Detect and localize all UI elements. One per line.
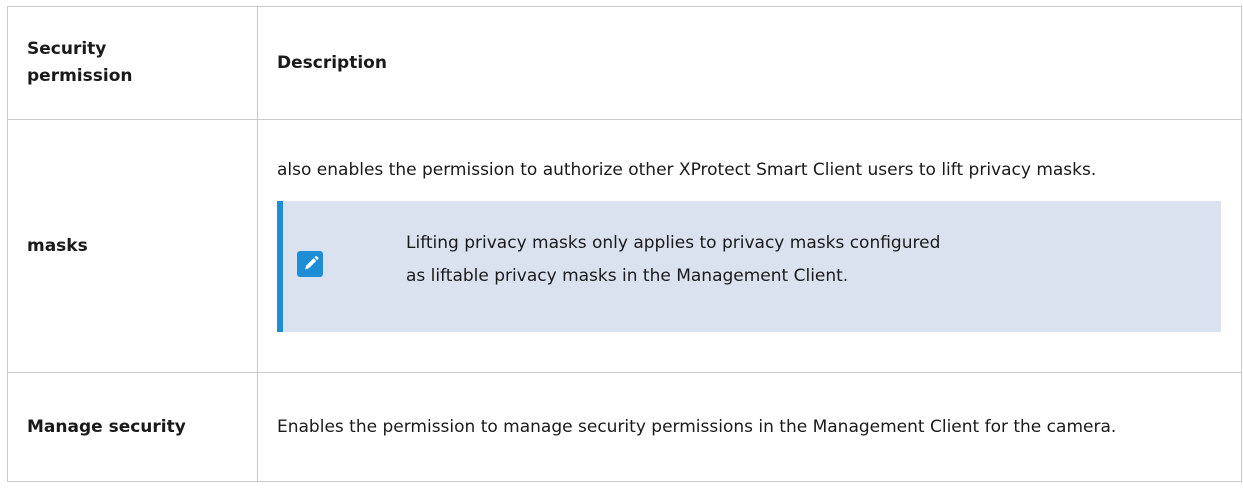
permission-name: Manage security <box>27 416 186 437</box>
header-security-permission: Security permission <box>7 6 258 120</box>
permission-cell: Manage security <box>7 372 258 482</box>
description-cell: Enables the permission to manage securit… <box>257 372 1242 482</box>
table-row: masks also enables the permission to aut… <box>7 119 1242 373</box>
note-text: Lifting privacy masks only applies to pr… <box>406 227 1201 293</box>
note-box: Lifting privacy masks only applies to pr… <box>277 201 1221 332</box>
permissions-table: Security permission Description masks al… <box>7 6 1242 482</box>
permission-cell: masks <box>7 119 258 373</box>
permission-name: masks <box>27 235 88 256</box>
header-description-label: Description <box>277 52 387 73</box>
description-cell: also enables the permission to authorize… <box>257 119 1242 373</box>
description-text: Enables the permission to manage securit… <box>277 416 1117 437</box>
note-text-line-1: Lifting privacy masks only applies to pr… <box>406 233 941 253</box>
description-text: also enables the permission to authorize… <box>277 160 1097 180</box>
header-security-permission-label: Security permission <box>27 39 133 86</box>
note-text-line-2: as liftable privacy masks in the Managem… <box>406 266 849 286</box>
pencil-icon <box>297 251 323 277</box>
table-header-row: Security permission Description <box>7 6 1242 120</box>
header-description: Description <box>257 6 1242 120</box>
table-row: Manage security Enables the permission t… <box>7 372 1242 482</box>
